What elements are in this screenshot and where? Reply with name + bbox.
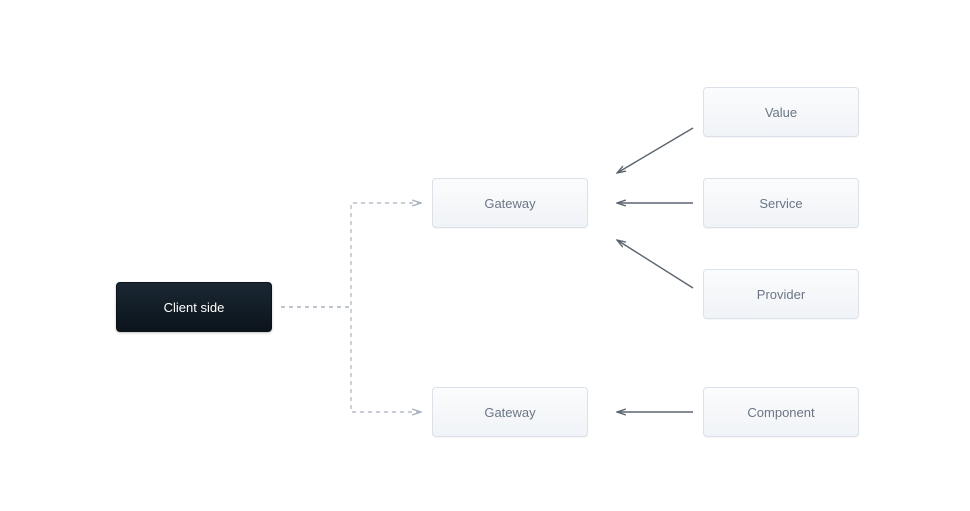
node-label: Provider [757, 287, 805, 302]
node-value: Value [703, 87, 859, 137]
edge-provider-gateway1 [617, 240, 693, 288]
node-client-side: Client side [116, 282, 272, 332]
node-label: Value [765, 105, 797, 120]
node-label: Gateway [484, 405, 535, 420]
edge-value-gateway1 [617, 128, 693, 173]
node-label: Component [747, 405, 814, 420]
node-gateway-1: Gateway [432, 178, 588, 228]
node-label: Gateway [484, 196, 535, 211]
edge-client-gateway1 [281, 203, 421, 307]
node-label: Service [759, 196, 802, 211]
node-label: Client side [164, 300, 225, 315]
edge-client-gateway2 [281, 307, 421, 412]
diagram-canvas: Client side Gateway Gateway Value Servic… [0, 0, 970, 511]
node-component: Component [703, 387, 859, 437]
node-service: Service [703, 178, 859, 228]
node-provider: Provider [703, 269, 859, 319]
node-gateway-2: Gateway [432, 387, 588, 437]
